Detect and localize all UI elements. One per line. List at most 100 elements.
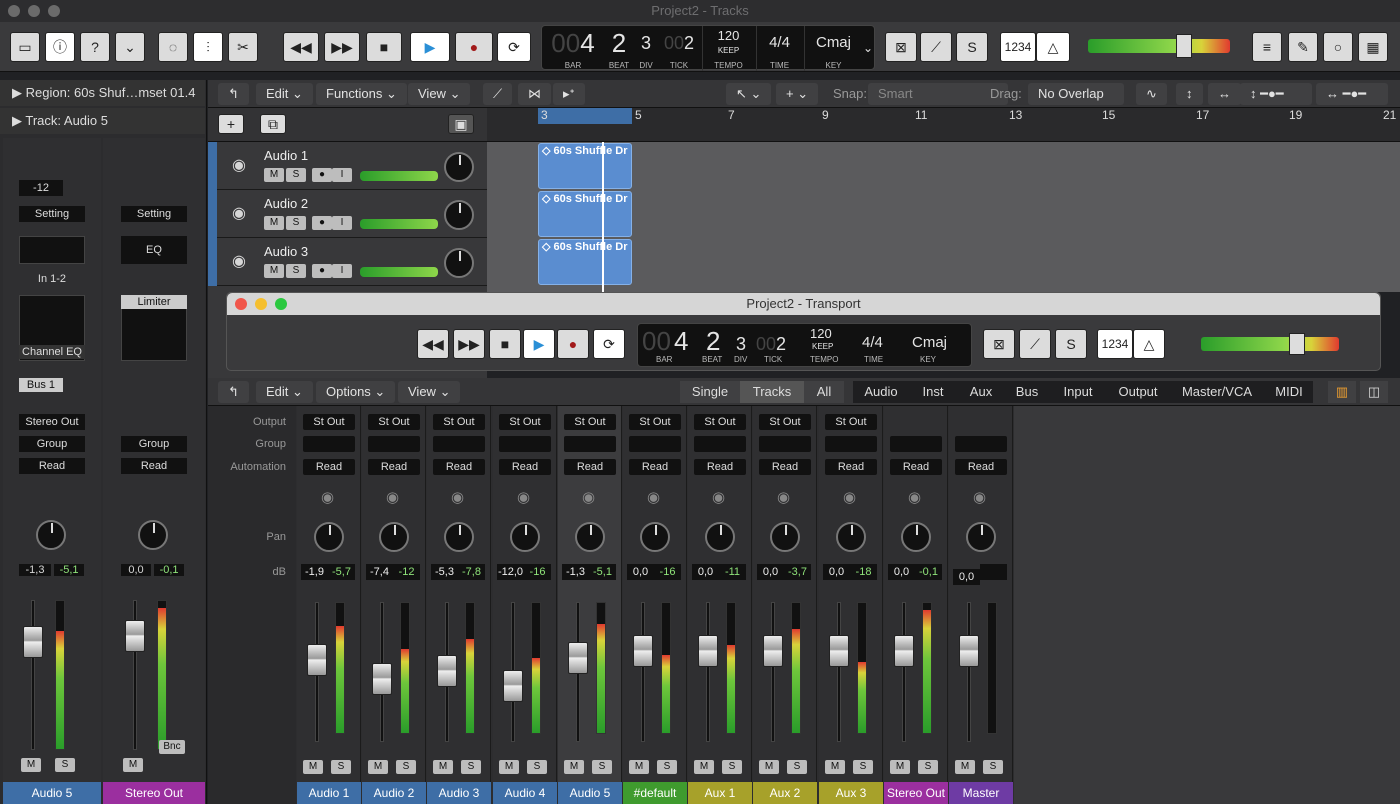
secondary-tool-icon[interactable]: + ⌄ — [776, 83, 819, 105]
pan-knob[interactable] — [705, 522, 735, 552]
solo-button[interactable]: S — [331, 760, 351, 774]
volume-fader[interactable] — [829, 635, 849, 667]
output-slot[interactable]: St Out — [825, 414, 877, 430]
setting-button[interactable]: Setting — [121, 206, 187, 222]
output-slot[interactable]: Stereo Out — [19, 414, 85, 430]
browser-icon[interactable]: ▦ — [1358, 32, 1388, 62]
mute-button[interactable]: M — [303, 760, 323, 774]
fast-forward-button[interactable]: ▶▶ — [453, 329, 485, 359]
filter-aux[interactable]: Aux — [957, 381, 1005, 403]
transport-zoom-button[interactable] — [275, 298, 287, 310]
output-slot[interactable]: St Out — [564, 414, 616, 430]
solo-icon[interactable]: S — [1055, 329, 1087, 359]
group-slot[interactable] — [759, 436, 811, 452]
tuner-icon[interactable]: ⟋ — [1019, 329, 1051, 359]
catch-icon[interactable]: ▸ᐩ — [553, 83, 585, 105]
inspector-region-row[interactable]: ▶ Region: 60s Shuf…mset 01.4 — [0, 80, 205, 106]
solo-button[interactable]: S — [286, 264, 306, 278]
volume-fader[interactable] — [23, 626, 43, 658]
filter-audio[interactable]: Audio — [853, 381, 909, 403]
solo-button[interactable]: S — [286, 216, 306, 230]
volume-fader[interactable] — [125, 620, 145, 652]
filter-midi[interactable]: MIDI — [1265, 381, 1313, 403]
edit-menu[interactable]: Edit ⌄ — [256, 83, 313, 105]
eq-thumbnail[interactable] — [19, 236, 85, 264]
flex-icon[interactable]: ⋈ — [518, 83, 551, 105]
fast-forward-button[interactable]: ▶▶ — [324, 32, 360, 62]
filter-inst[interactable]: Inst — [909, 381, 957, 403]
options-menu[interactable]: Options ⌄ — [316, 381, 396, 403]
channel-strip[interactable]: St Out Read ◉ 0,0 -16 M S #default — [623, 406, 687, 804]
input-monitor-icon[interactable]: ◉ — [582, 488, 595, 506]
rewind-button[interactable]: ◀◀ — [283, 32, 319, 62]
input-monitor-icon[interactable]: ◉ — [777, 488, 790, 506]
bounce-button[interactable]: Bnc — [159, 740, 185, 754]
input-monitor-icon[interactable]: ◉ — [451, 488, 464, 506]
playhead[interactable] — [602, 142, 604, 292]
output-slot[interactable]: St Out — [629, 414, 681, 430]
channel-strip[interactable]: St Out Read ◉ -1,3 -5,1 M S Audio 5 — [558, 406, 622, 804]
pan-knob[interactable] — [314, 522, 344, 552]
group-slot[interactable] — [955, 436, 1007, 452]
master-volume-slider[interactable] — [1088, 39, 1230, 53]
automation-mode[interactable]: Read — [825, 459, 877, 475]
automation-mode[interactable]: Read — [499, 459, 551, 475]
volume-fader[interactable] — [959, 635, 979, 667]
pointer-tool-icon[interactable]: ↖ ⌄ — [726, 83, 772, 105]
stop-button[interactable]: ■ — [366, 32, 402, 62]
track-name[interactable]: Audio 1 — [264, 148, 308, 163]
back-icon[interactable]: ↰ — [218, 83, 249, 105]
input-monitor-icon[interactable]: ◉ — [908, 488, 921, 506]
global-tracks-icon[interactable]: ▣ — [448, 114, 474, 134]
track-header[interactable]: ◉ Audio 1 M S ● I — [208, 142, 487, 190]
plugin-channel-eq[interactable]: Channel EQ — [19, 345, 85, 359]
solo-button[interactable]: S — [396, 760, 416, 774]
volume-fader[interactable] — [633, 635, 653, 667]
drag-select[interactable]: No Overlap — [1028, 83, 1124, 105]
group-slot[interactable]: Group — [121, 436, 187, 452]
record-button[interactable]: ● — [455, 32, 493, 62]
group-slot[interactable] — [694, 436, 746, 452]
group-slot[interactable] — [825, 436, 877, 452]
list-editors-icon[interactable]: ≡ — [1252, 32, 1282, 62]
filter-input[interactable]: Input — [1049, 381, 1107, 403]
send-bus[interactable]: Bus 1 — [19, 378, 63, 392]
mute-button[interactable]: M — [694, 760, 714, 774]
mute-button[interactable]: M — [368, 760, 388, 774]
track-volume-slider[interactable] — [360, 219, 438, 229]
solo-button[interactable]: S — [983, 760, 1003, 774]
automation-mode[interactable]: Read — [368, 459, 420, 475]
mute-button[interactable]: M — [264, 168, 284, 182]
tuner-icon[interactable]: ⟋ — [920, 32, 952, 62]
record-button[interactable]: ● — [557, 329, 589, 359]
volume-fader[interactable] — [372, 663, 392, 695]
input-monitor-icon[interactable]: ◉ — [843, 488, 856, 506]
output-slot[interactable]: St Out — [759, 414, 811, 430]
mixer-edit-menu[interactable]: Edit ⌄ — [256, 381, 313, 403]
output-slot[interactable]: St Out — [303, 414, 355, 430]
mute-button[interactable]: M — [21, 758, 41, 772]
pan-knob[interactable] — [379, 522, 409, 552]
mute-button[interactable]: M — [264, 216, 284, 230]
library-icon[interactable]: ▭ — [10, 32, 40, 62]
vertical-fit-icon[interactable]: ↕ — [1176, 83, 1203, 105]
input-monitor-icon[interactable]: ◉ — [973, 488, 986, 506]
track-volume-slider[interactable] — [360, 267, 438, 277]
record-enable-button[interactable]: ● — [312, 264, 332, 278]
mixer-layout-icon[interactable]: ▥ — [1328, 381, 1356, 403]
bar-ruler[interactable]: 3 5 7 9 11 13 15 17 19 21 — [487, 108, 1400, 142]
pan-knob[interactable] — [138, 520, 168, 550]
quick-help-icon[interactable]: ? — [80, 32, 110, 62]
metronome-icon[interactable]: △ — [1036, 32, 1070, 62]
replace-icon[interactable]: ⊠ — [983, 329, 1015, 359]
vertical-zoom-slider[interactable]: ↕ ━●━ — [1240, 83, 1312, 105]
minimize-window-button[interactable] — [28, 5, 40, 17]
note-pad-icon[interactable]: ✎ — [1288, 32, 1318, 62]
pan-knob[interactable] — [966, 522, 996, 552]
volume-fader[interactable] — [894, 635, 914, 667]
group-slot[interactable] — [368, 436, 420, 452]
input-monitor-button[interactable]: I — [332, 264, 352, 278]
tab-tracks[interactable]: Tracks — [740, 381, 804, 403]
channel-strip[interactable]: St Out Read ◉ -7,4 -12 M S Audio 2 — [362, 406, 426, 804]
solo-button[interactable]: S — [527, 760, 547, 774]
